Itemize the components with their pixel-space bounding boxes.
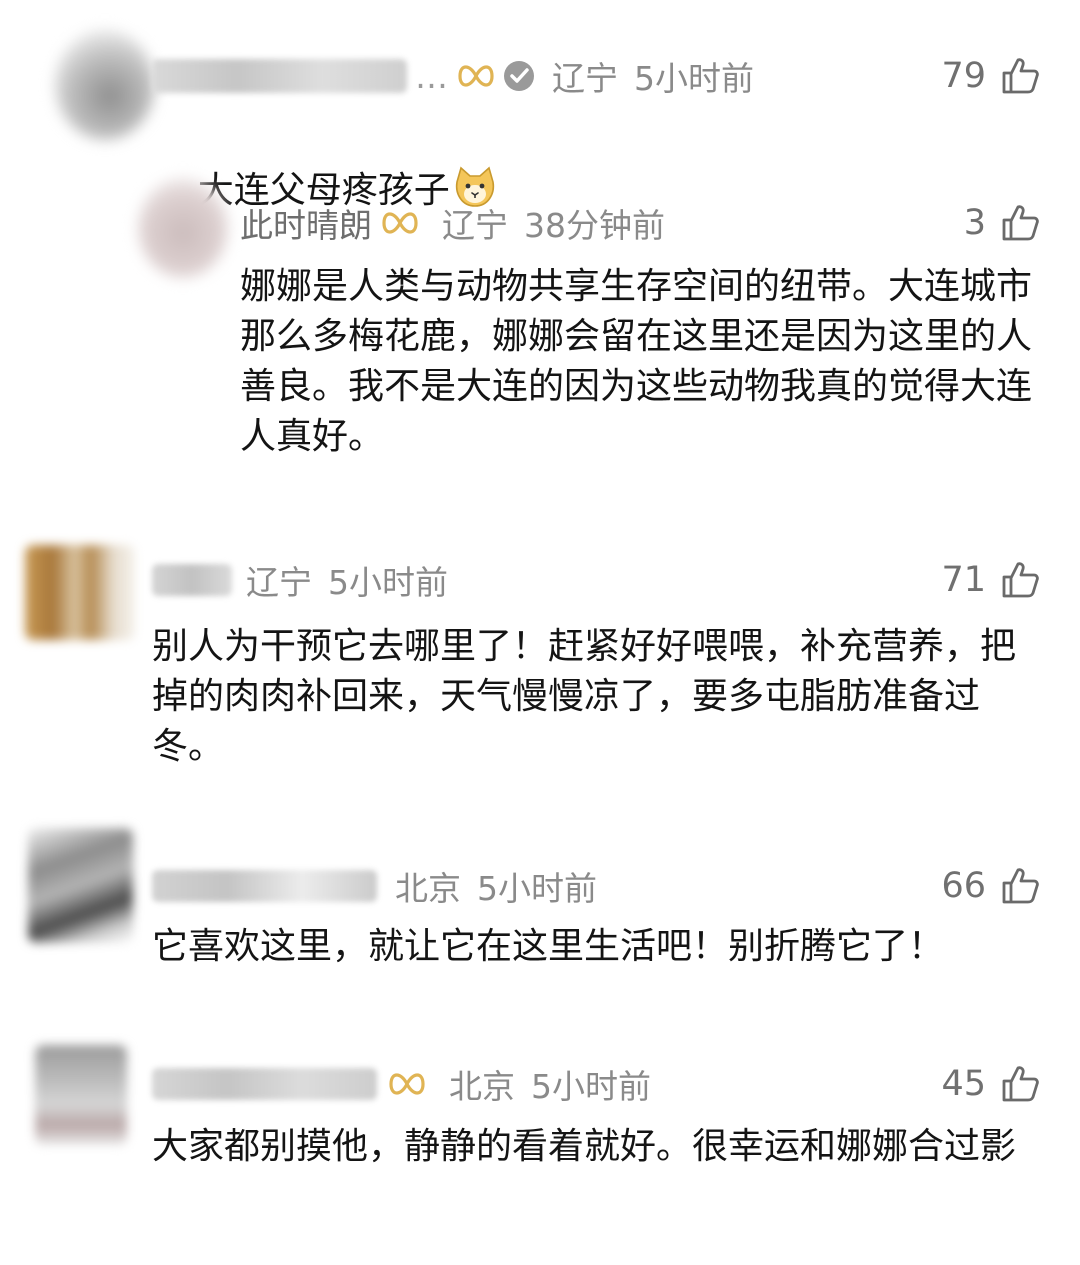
comment-meta: 北京 5小时前 — [152, 856, 597, 916]
like-count: 71 — [941, 560, 986, 600]
thumbs-up-icon — [1002, 58, 1039, 94]
gold-badge-icon — [458, 65, 494, 87]
verified-icon — [504, 61, 534, 91]
like-button[interactable]: 3 — [964, 193, 1040, 253]
like-button[interactable]: 45 — [941, 1054, 1040, 1114]
thumbs-up-icon — [1002, 868, 1039, 904]
thumbs-up-icon — [1002, 1066, 1039, 1102]
location: 北京 — [395, 869, 461, 908]
location: 辽宁 — [246, 563, 312, 602]
reply-text: 娜娜是人类与动物共享生存空间的纽带。大连城市那么多梅花鹿，娜娜会留在这里还是因为… — [240, 266, 1033, 457]
avatar[interactable] — [28, 828, 133, 943]
location: 辽宁 — [442, 206, 508, 245]
username[interactable]: 此时晴朗 — [240, 199, 372, 247]
username[interactable] — [152, 59, 407, 93]
timestamp: 5小时前 — [328, 563, 448, 602]
like-count: 66 — [941, 866, 986, 906]
username[interactable] — [152, 1068, 377, 1100]
comment-meta: … 辽宁 5小时前 — [152, 46, 754, 106]
comment-meta: 辽宁 5小时前 — [152, 550, 448, 610]
like-count: 3 — [963, 203, 986, 243]
avatar[interactable] — [138, 178, 228, 278]
like-button[interactable]: 71 — [941, 550, 1040, 610]
timestamp: 5小时前 — [634, 59, 754, 98]
like-count: 79 — [941, 56, 986, 96]
timestamp: 5小时前 — [477, 869, 597, 908]
thumbs-up-icon — [1002, 562, 1039, 598]
timestamp: 5小时前 — [531, 1067, 651, 1106]
username[interactable] — [152, 564, 232, 596]
location: 北京 — [449, 1067, 515, 1106]
thumbs-up-icon — [1002, 205, 1039, 241]
location: 辽宁 — [552, 59, 618, 98]
like-button[interactable]: 79 — [941, 46, 1040, 106]
like-button[interactable]: 66 — [941, 856, 1040, 916]
avatar[interactable] — [35, 1045, 127, 1145]
comment-meta: 北京 5小时前 — [152, 1054, 651, 1114]
timestamp: 38分钟前 — [524, 206, 665, 245]
comment-text: 它喜欢这里，就让它在这里生活吧！别折腾它了！ — [152, 926, 945, 967]
comment-text: 大家都别摸他，静静的看着就好。很幸运和娜娜合过影 — [152, 1126, 1017, 1167]
reply-meta: 此时晴朗 辽宁 38分钟前 — [240, 193, 665, 253]
avatar[interactable] — [25, 545, 135, 640]
like-count: 45 — [941, 1064, 986, 1104]
comment-text: 别人为干预它去哪里了！赶紧好好喂喂，补充营养，把掉的肉肉补回来，天气慢慢凉了，要… — [152, 626, 1017, 767]
gold-badge-icon — [382, 212, 418, 234]
gold-badge-icon — [389, 1073, 425, 1095]
username-ellipsis: … — [415, 56, 448, 96]
avatar[interactable] — [55, 30, 155, 140]
username[interactable] — [152, 870, 377, 902]
